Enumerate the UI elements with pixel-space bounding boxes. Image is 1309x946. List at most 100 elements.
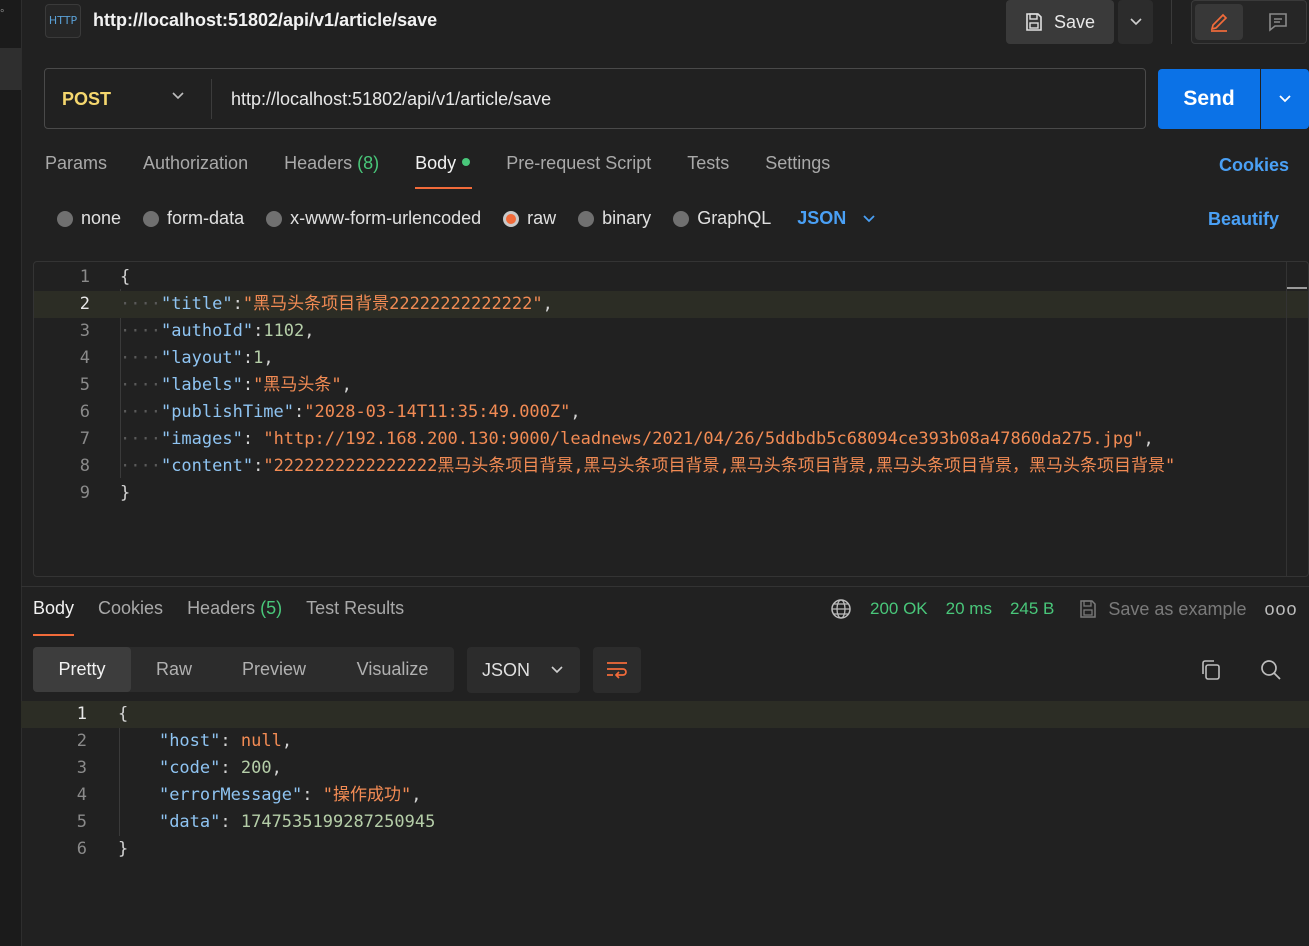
json-key: "host" [158,731,221,751]
search-icon[interactable] [1259,658,1283,682]
json-comma: , [1143,429,1154,449]
tab-authorization[interactable]: Authorization [143,153,248,189]
save-options-button[interactable] [1118,0,1153,44]
request-body-editor[interactable]: 1{ 2 ····"title":"黑马头条项目背景22222222222222"… [33,261,1309,577]
line-number: 6 [79,402,90,422]
sidebar-selected-item[interactable] [0,48,21,90]
json-value: "2222222222222222黑马头条项目背景,黑马头条项目背景,黑马头条项… [263,456,1176,476]
chevron-down-icon [1129,18,1142,26]
wrap-lines-button[interactable] [593,647,641,693]
pane-divider[interactable] [21,586,1309,587]
code-line: 6 ····"publishTime":"2028-03-14T11:35:49.… [34,399,1308,426]
radio-circle-selected [503,210,520,227]
radio-binary[interactable]: binary [578,208,651,229]
copy-icon[interactable] [1199,658,1223,682]
json-comma: , [341,375,352,395]
tab-settings[interactable]: Settings [765,153,830,189]
response-format-select[interactable]: JSON [467,647,580,693]
radio-label: GraphQL [697,208,772,228]
comments-button[interactable] [1254,4,1302,40]
response-time[interactable]: 20 ms [946,599,992,619]
tab-params[interactable]: Params [45,153,107,189]
scrollbar-marker [1287,287,1307,289]
tab-label: Settings [765,153,831,173]
method-select[interactable]: POST [62,89,111,110]
status-code[interactable]: 200 OK [870,599,928,619]
line-number: 7 [79,429,90,449]
json-comma: , [281,731,293,751]
headers-count: (8) [357,153,380,173]
code-line: 4 ····"layout":1, [34,345,1308,372]
code-line: 3 "code": 200, [21,755,1309,782]
chevron-down-icon [1279,95,1291,103]
json-comma: , [411,785,422,805]
radio-circle [673,210,690,227]
resp-tab-body[interactable]: Body [33,598,75,636]
chevron-down-icon[interactable] [171,91,185,101]
radio-urlencoded[interactable]: x-www-form-urlencoded [266,208,481,229]
save-button[interactable]: Save [1006,0,1114,44]
resp-tab-test-results[interactable]: Test Results [306,598,404,636]
comment-icon [1269,13,1287,32]
response-tabs: Body Cookies Headers (5) Test Results [33,598,404,636]
radio-graphql[interactable]: GraphQL [673,208,771,229]
json-value: 1102 [263,321,305,341]
globe-icon[interactable] [830,598,852,620]
json-comma: , [263,348,274,368]
tab-label: Body [33,598,75,618]
resp-tab-headers[interactable]: Headers (5) [187,598,282,636]
code-text: { [120,267,131,287]
tab-label: Test Results [306,598,405,618]
beautify-button[interactable]: Beautify [1208,209,1279,230]
send-button[interactable]: Send [1158,69,1260,129]
view-preview[interactable]: Preview [217,647,331,692]
tab-headers[interactable]: Headers (8) [284,153,379,189]
json-comma: , [271,758,282,778]
json-key: "labels" [160,375,243,395]
tab-label: Pre-request Script [506,153,652,173]
line-number: 1 [76,704,87,724]
save-icon [1080,600,1097,618]
radio-none[interactable]: none [57,208,121,229]
response-size[interactable]: 245 B [1010,599,1054,619]
sidebar-indicator: ° [0,8,5,20]
json-value: 1747535199287250945 [240,812,436,832]
send-options-button[interactable] [1261,69,1309,129]
tab-label: Authorization [143,153,249,173]
line-number: 1 [79,267,90,287]
line-number: 4 [79,348,90,368]
line-number: 9 [79,483,90,503]
code-line: 6} [21,836,1309,863]
json-comma: , [570,402,581,422]
save-as-example-button[interactable]: Save as example [1078,599,1246,620]
code-line: 5 ····"labels":"黑马头条", [34,372,1308,399]
cookies-link[interactable]: Cookies [1219,155,1289,176]
response-body-viewer[interactable]: 1{ 2 "host": null, 3 "code": 200, 4 "err… [21,700,1309,860]
body-type-options: none form-data x-www-form-urlencoded raw… [57,208,876,229]
body-format-select[interactable]: JSON [797,208,876,229]
json-value: "操作成功" [322,785,412,805]
radio-label: x-www-form-urlencoded [290,208,482,228]
code-text: { [118,704,129,724]
view-visualize[interactable]: Visualize [331,647,454,692]
edit-button[interactable] [1195,4,1243,40]
json-value: "http://192.168.200.130:9000/leadnews/20… [253,429,1144,449]
editor-scrollbar[interactable] [1286,262,1287,576]
more-options-icon[interactable]: ooo [1264,599,1297,620]
resp-tab-cookies[interactable]: Cookies [98,598,163,636]
json-key: "images" [160,429,243,449]
line-number: 8 [79,456,90,476]
tab-body[interactable]: Body [415,153,473,189]
tab-pre-request-script[interactable]: Pre-request Script [506,153,651,189]
radio-form-data[interactable]: form-data [143,208,244,229]
view-pretty[interactable]: Pretty [33,647,131,692]
tab-tests[interactable]: Tests [687,153,729,189]
radio-label: none [81,208,122,228]
request-title[interactable]: http://localhost:51802/api/v1/article/sa… [93,10,437,31]
url-input[interactable]: http://localhost:51802/api/v1/article/sa… [231,89,551,110]
view-raw[interactable]: Raw [131,647,217,692]
radio-raw[interactable]: raw [503,208,556,229]
request-tabs: Params Authorization Headers (8) Body Pr… [45,153,830,189]
code-text: } [118,839,129,859]
json-comma: , [304,321,315,341]
